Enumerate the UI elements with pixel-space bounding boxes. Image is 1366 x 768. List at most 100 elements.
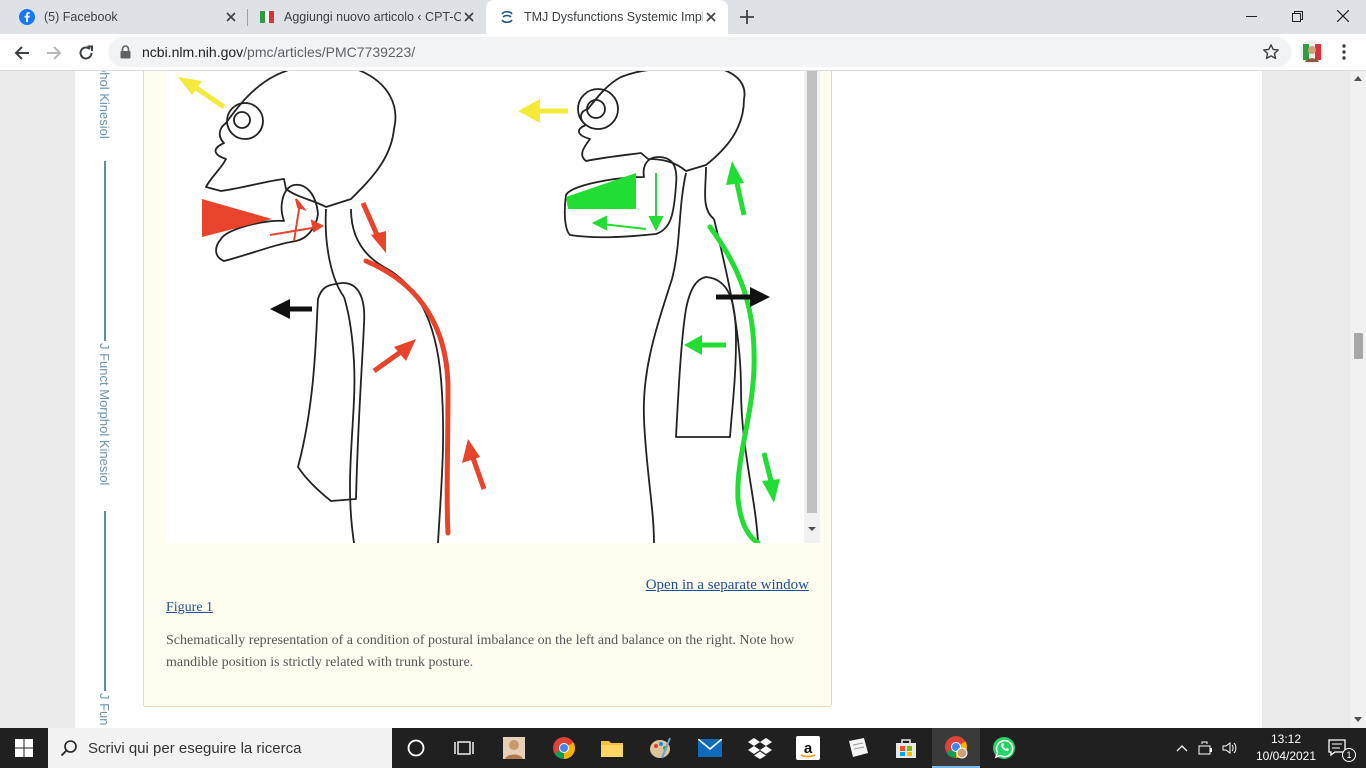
paint-palette-icon — [650, 737, 671, 759]
imbalance-muscle-triangle — [202, 199, 272, 237]
new-tab-button[interactable] — [737, 7, 757, 27]
journal-rail: phol Kinesiol J Funct Morphol Kinesiol J… — [93, 71, 117, 728]
browser-menu-button[interactable] — [1334, 40, 1354, 64]
start-button[interactable] — [0, 728, 48, 768]
tab-title: (5) Facebook — [44, 10, 118, 24]
close-icon — [1337, 10, 1349, 22]
back-arrow-icon — [14, 46, 29, 60]
minimize-button[interactable] — [1228, 0, 1274, 32]
tab-title: TMJ Dysfunctions Systemic Impli — [524, 10, 703, 24]
show-hidden-icons-button[interactable] — [1170, 728, 1194, 768]
article-page: phol Kinesiol J Funct Morphol Kinesiol J… — [75, 71, 1262, 728]
taskbar-app-chrome-profile[interactable] — [932, 728, 980, 768]
taskbar-app-paint[interactable] — [636, 728, 684, 768]
chrome-profile-icon — [945, 736, 968, 759]
balance-muscle-shape — [566, 173, 636, 209]
taskbar-app-chrome[interactable] — [540, 728, 588, 768]
ncbi-icon — [499, 9, 515, 25]
scroll-up-arrow-icon[interactable] — [1354, 75, 1362, 81]
page-scroll-thumb[interactable] — [1354, 333, 1363, 359]
page-scrollbar[interactable] — [1350, 71, 1366, 728]
search-placeholder: Scrivi qui per eseguire la ricerca — [88, 739, 302, 757]
figure-scroll-thumb[interactable] — [807, 71, 817, 513]
close-window-button[interactable] — [1320, 0, 1366, 32]
photo-app-icon — [503, 737, 525, 759]
figure-container: Open in a separate window Figure 1 Schem… — [143, 71, 832, 707]
taskbar-app-amazon[interactable]: a — [784, 728, 832, 768]
tab-title: Aggiungi nuovo articolo ‹ CPT-O — [284, 10, 461, 24]
figure-label-link[interactable]: Figure 1 — [166, 600, 213, 616]
reload-button[interactable] — [72, 39, 100, 67]
page-viewport: phol Kinesiol J Funct Morphol Kinesiol J… — [0, 71, 1350, 728]
rail-journal-text-top[interactable]: phol Kinesiol — [97, 71, 112, 139]
whatsapp-icon — [993, 737, 1015, 759]
lock-icon[interactable] — [120, 45, 131, 64]
tab-active-article[interactable]: TMJ Dysfunctions Systemic Impli — [486, 0, 728, 34]
battery-icon — [1198, 741, 1212, 755]
reload-icon — [79, 45, 93, 60]
volume-tray[interactable] — [1218, 728, 1242, 768]
rail-line — [104, 511, 106, 691]
taskbar-search-box[interactable]: Scrivi qui per eseguire la ricerca — [48, 728, 392, 768]
open-separate-window-link[interactable]: Open in a separate window — [646, 577, 809, 594]
battery-network-tray[interactable] — [1194, 728, 1218, 768]
facebook-icon — [19, 9, 35, 25]
restore-icon — [1291, 10, 1303, 22]
italy-flag-icon — [259, 9, 275, 25]
taskbar-app-whatsapp[interactable] — [980, 728, 1028, 768]
close-tab-icon[interactable] — [703, 9, 719, 25]
folder-icon — [601, 741, 623, 757]
imbalanced-figure — [205, 71, 445, 543]
rail-line — [104, 161, 106, 341]
taskbar-app-store[interactable] — [882, 728, 930, 768]
figure-caption: Schematically representation of a condit… — [166, 633, 795, 670]
taskbar-app-photo[interactable] — [490, 728, 538, 768]
yellow-head-arrow — [190, 82, 226, 110]
restore-button[interactable] — [1274, 0, 1320, 32]
profile-avatar[interactable] — [1300, 40, 1324, 64]
speaker-icon — [1222, 742, 1237, 754]
bookmark-star-icon[interactable] — [1262, 43, 1280, 66]
forward-button[interactable] — [40, 39, 68, 67]
taskbar-clock[interactable]: 13:12 10/04/2021 — [1254, 731, 1318, 765]
rail-journal-text-bottom[interactable]: J Fun — [97, 693, 112, 726]
chrome-icon — [553, 737, 575, 759]
notes-icon — [849, 738, 868, 757]
taskbar-app-notes[interactable] — [834, 728, 882, 768]
minimize-icon — [1245, 15, 1257, 17]
figure-image[interactable] — [166, 71, 820, 543]
taskbar-app-explorer[interactable] — [588, 728, 636, 768]
store-bag-icon — [896, 739, 916, 758]
plus-icon — [740, 10, 754, 24]
scroll-down-arrow-icon[interactable] — [1354, 717, 1362, 723]
close-tab-icon[interactable] — [461, 9, 477, 25]
notification-count-badge: 1 — [1342, 748, 1356, 762]
posture-illustration — [178, 71, 780, 543]
chevron-up-icon — [1176, 745, 1188, 752]
address-bar[interactable]: ncbi.nlm.nih.gov/pmc/articles/PMC7739223… — [108, 37, 1292, 67]
taskbar-app-mail[interactable] — [686, 728, 734, 768]
notification-center-button[interactable]: 1 — [1320, 728, 1356, 768]
imbalance-spine-curve — [363, 258, 451, 536]
close-tab-icon[interactable] — [223, 9, 239, 25]
clock-time: 13:12 — [1270, 732, 1302, 746]
windows-taskbar: Scrivi qui per eseguire la ricerca a 13:… — [0, 728, 1366, 768]
url-domain: ncbi.nlm.nih.gov — [142, 44, 244, 60]
browser-toolbar: ncbi.nlm.nih.gov/pmc/articles/PMC7739223… — [0, 34, 1366, 71]
task-view-button[interactable] — [440, 728, 488, 768]
clock-date: 10/04/2021 — [1255, 749, 1317, 763]
forward-arrow-icon — [47, 46, 62, 60]
tab-strip: (5) Facebook Aggiungi nuovo articolo ‹ C… — [0, 0, 1366, 34]
url-text[interactable]: ncbi.nlm.nih.gov/pmc/articles/PMC7739223… — [142, 44, 415, 60]
scroll-down-arrow-icon[interactable] — [807, 525, 817, 533]
rail-journal-text-mid[interactable]: J Funct Morphol Kinesiol — [97, 343, 112, 485]
cortana-circle-icon — [407, 739, 425, 757]
cortana-button[interactable] — [392, 728, 440, 768]
figure-scrollbar[interactable] — [804, 71, 820, 543]
imbalance-arrows — [360, 201, 487, 490]
taskbar-app-dropbox[interactable] — [736, 728, 784, 768]
tab-wordpress[interactable]: Aggiungi nuovo articolo ‹ CPT-O — [248, 0, 486, 34]
tab-facebook[interactable]: (5) Facebook — [0, 0, 248, 34]
search-icon — [60, 740, 77, 757]
back-button[interactable] — [8, 39, 36, 67]
